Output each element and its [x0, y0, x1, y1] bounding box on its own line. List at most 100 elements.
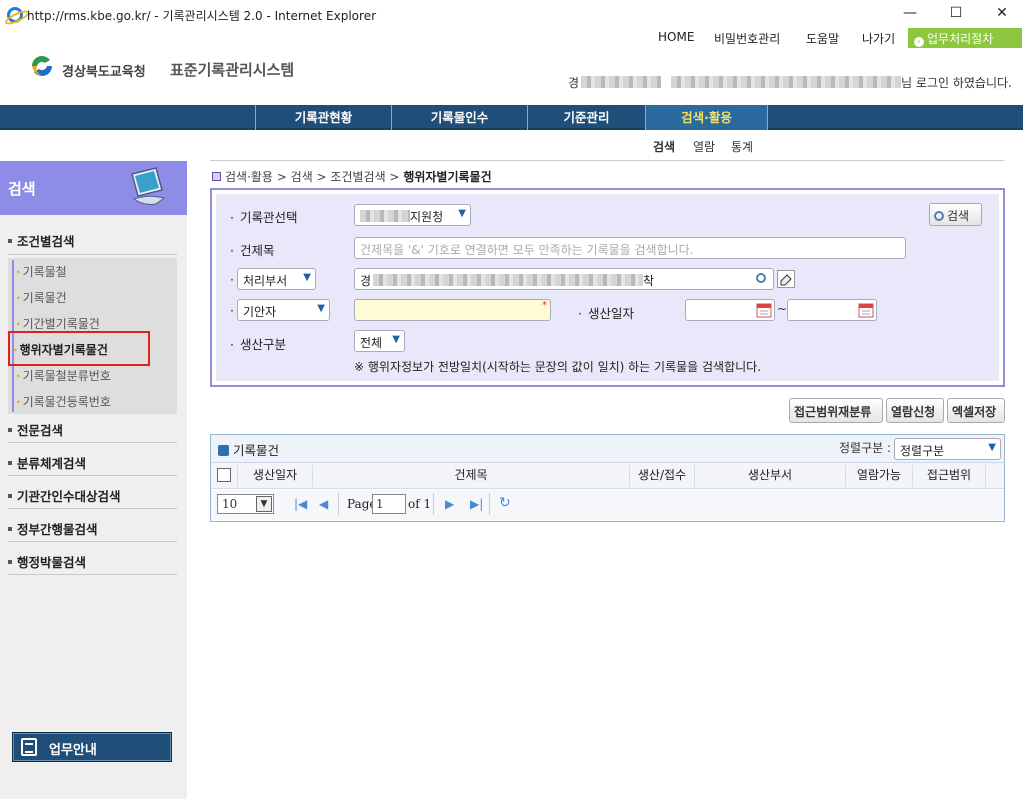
refresh-icon[interactable]: ↻ [499, 495, 511, 511]
chevron-down-icon: ▼ [303, 272, 311, 283]
close-icon[interactable]: ✕ [992, 5, 1012, 21]
redacted-archive [360, 210, 410, 222]
required-mark: * [542, 300, 547, 311]
sidebar-item-record-file[interactable]: 기록물철 [16, 263, 67, 280]
col-title[interactable]: 건제목 [313, 466, 629, 483]
chevron-down-icon: ▼ [458, 208, 466, 219]
dept-type-value: 처리부서 [243, 274, 288, 288]
sort-select[interactable]: 정렬구분 ▼ [894, 438, 1001, 460]
redacted-dept [671, 76, 902, 88]
maximize-icon[interactable]: ☐ [946, 5, 966, 21]
dept-value-suffix: 착 [643, 274, 655, 288]
divider [210, 160, 1004, 161]
calendar-icon[interactable] [756, 302, 772, 318]
logout-link[interactable]: 나가기 [862, 30, 895, 47]
home-link[interactable]: HOME [658, 30, 694, 44]
pager [211, 490, 1004, 520]
window-title: http://rms.kbe.go.kr/ - 기록관리시스템 2.0 - In… [27, 9, 377, 23]
sidebar-item-record-item[interactable]: 기록물건 [16, 289, 67, 306]
ie-icon [7, 7, 23, 23]
prod-value: 전체 [360, 336, 383, 350]
sidebar-section-gov-publication[interactable]: 정부간행물검색 [8, 519, 98, 538]
main-nav: 기록관현황 기록물인수 기준관리 검색·활용 [0, 105, 1023, 130]
dept-input[interactable]: 경착 [354, 268, 774, 290]
first-page-icon[interactable]: |◀ [294, 497, 307, 511]
prod-select[interactable]: 전체 ▼ [354, 330, 405, 352]
col-viewable[interactable]: 열람가능 [846, 466, 912, 483]
login-message: 님 로그인 하였습니다. [901, 76, 1012, 90]
document-icon [21, 738, 37, 756]
eraser-icon[interactable] [777, 270, 795, 288]
title-placeholder: 건제목을 '&' 기호로 연결하면 모두 만족하는 기록물을 검색합니다. [360, 243, 694, 257]
sidebar-section-admin-museum[interactable]: 행정박물검색 [8, 552, 86, 571]
select-all-checkbox[interactable] [217, 468, 231, 482]
subnav-search[interactable]: 검색 [653, 138, 675, 155]
sidebar-section-conditional[interactable]: 조건별검색 [8, 231, 75, 250]
calendar-icon[interactable] [858, 302, 874, 318]
divider [433, 493, 434, 515]
date-to-input[interactable] [787, 299, 877, 321]
list-icon [218, 445, 229, 456]
divider [8, 541, 177, 542]
dept-type-select[interactable]: 처리부서 ▼ [237, 268, 316, 290]
divider [8, 254, 177, 255]
date-from-input[interactable] [685, 299, 775, 321]
title-input[interactable]: 건제목을 '&' 기호로 연결하면 모두 만족하는 기록물을 검색합니다. [354, 237, 906, 259]
dept-value-prefix: 경 [360, 274, 372, 288]
nav-standards[interactable]: 기준관리 [527, 105, 645, 130]
col-prod-date[interactable]: 생산일자 [238, 466, 312, 483]
title-label: 건제목 [230, 240, 275, 259]
org-name: 경상북도교육청 [62, 65, 146, 80]
col-prod-receive[interactable]: 생산/접수 [630, 466, 694, 483]
search-icon[interactable] [756, 273, 766, 283]
help-link[interactable]: 도움말 [806, 30, 839, 47]
archive-select[interactable]: 지원청 ▼ [354, 204, 471, 226]
chevron-down-icon: ▼ [317, 303, 325, 314]
divider [489, 493, 490, 515]
divider [8, 442, 177, 443]
breadcrumb-path: 검색·활용 > 검색 > 조건별검색 > [225, 170, 404, 184]
procedure-label: 업무처리절차 [927, 32, 994, 46]
request-view-button[interactable]: 열람신청 [886, 398, 944, 423]
sidebar-section-classification[interactable]: 분류체계검색 [8, 453, 86, 472]
author-input[interactable]: * [354, 299, 551, 321]
author-type-select[interactable]: 기안자 ▼ [237, 299, 330, 321]
divider [8, 574, 177, 575]
user-info: 경 님 로그인 하였습니다. [568, 74, 1018, 91]
redacted-dept-value [373, 274, 644, 286]
next-page-icon[interactable]: ▶ [445, 497, 454, 511]
sidebar-item-period-record[interactable]: 기간별기록물건 [16, 315, 100, 332]
logo-icon [32, 56, 52, 76]
page-input[interactable]: 1 [372, 494, 406, 514]
last-page-icon[interactable]: ▶| [470, 497, 483, 511]
sidebar-item-item-reg-number[interactable]: 기록물건등록번호 [16, 393, 111, 410]
subnav-stats[interactable]: 통계 [731, 138, 753, 155]
search-button[interactable]: 검색 [929, 203, 982, 226]
sidebar-item-file-class-number[interactable]: 기록물철분류번호 [16, 367, 111, 384]
prev-page-icon[interactable]: ◀ [319, 497, 328, 511]
password-link[interactable]: 비밀번호관리 [714, 30, 780, 47]
sidebar-section-interagency[interactable]: 기관간인수대상검색 [8, 486, 121, 505]
grid-title-label: 기록물건 [233, 443, 280, 458]
sidebar-section-fulltext[interactable]: 전문검색 [8, 420, 63, 439]
user-prefix: 경 [568, 76, 580, 90]
page-total: of 1 [408, 497, 432, 511]
divider [8, 475, 177, 476]
nav-search-use[interactable]: 검색·활용 [645, 105, 768, 130]
subnav-view[interactable]: 열람 [693, 138, 715, 155]
excel-save-button[interactable]: 엑셀저장 [947, 398, 1005, 423]
nav-records-status[interactable]: 기록관현황 [255, 105, 391, 130]
chevron-down-icon: ▼ [256, 496, 272, 512]
date-label: 생산일자 [578, 303, 634, 322]
col-access-scope[interactable]: 접근범위 [913, 466, 985, 483]
page-size-select[interactable]: 10 ▼ [217, 494, 274, 514]
sort-label: 정렬구분 : [839, 441, 892, 455]
minimize-icon[interactable]: — [900, 5, 920, 21]
breadcrumb-icon [212, 172, 221, 181]
nav-records-transfer[interactable]: 기록물인수 [391, 105, 527, 130]
redacted-name [581, 76, 662, 88]
col-prod-dept[interactable]: 생산부서 [695, 466, 845, 483]
author-type-value: 기안자 [243, 305, 277, 319]
reclassify-button[interactable]: 접근범위재분류 [789, 398, 883, 423]
procedure-button[interactable]: › 업무처리절차 [908, 28, 1022, 48]
